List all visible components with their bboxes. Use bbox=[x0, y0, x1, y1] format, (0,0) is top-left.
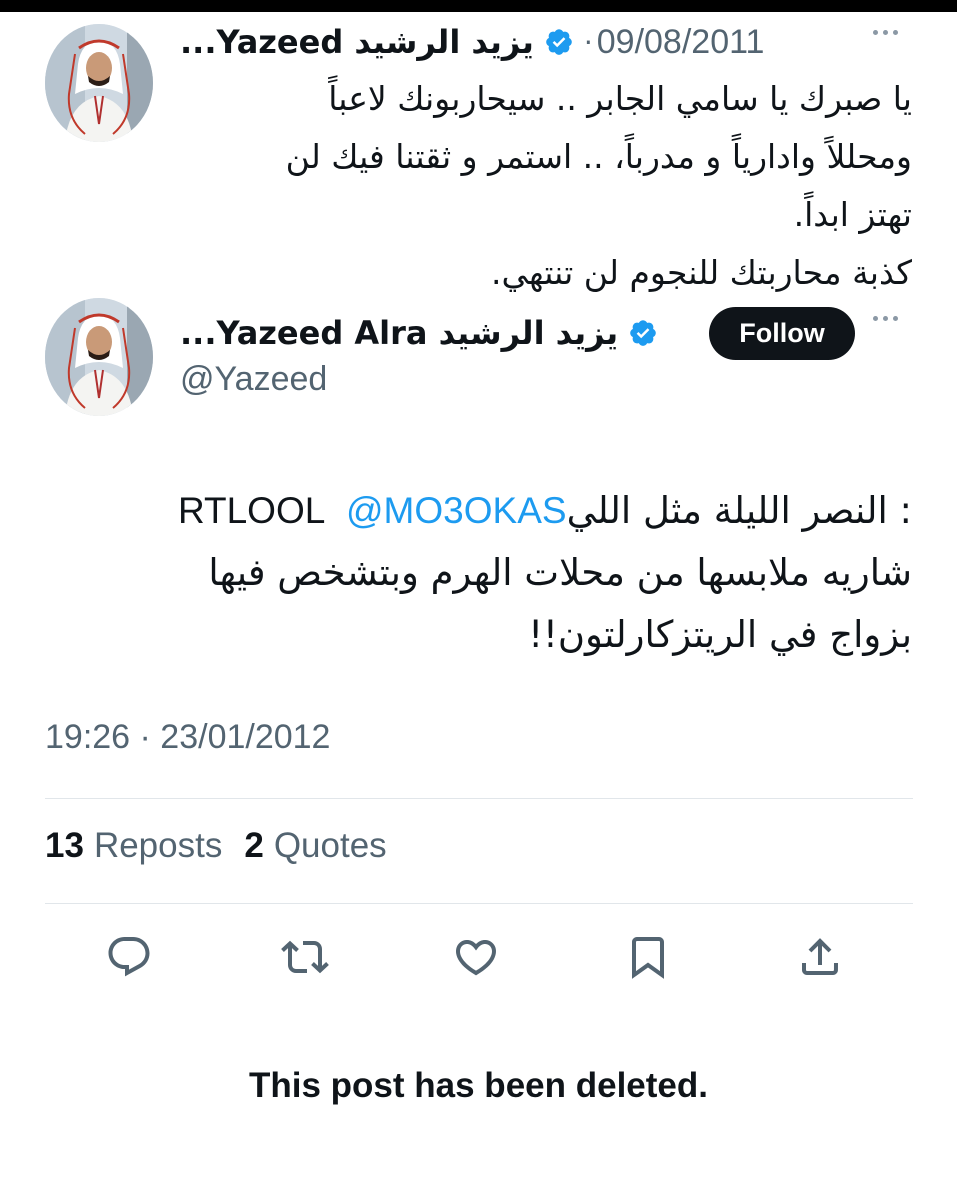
avatar-photo bbox=[45, 298, 153, 416]
reply-icon[interactable] bbox=[105, 933, 153, 981]
retweet-prefix: RT bbox=[177, 490, 227, 531]
tweet-text-arabic: : النصر الليلة مثل اللي bbox=[566, 489, 912, 532]
quoted-tweet-header: يزيد الرشيد Yazeed... · 09/08/2011 bbox=[180, 18, 764, 66]
tweet-line: بزواج في الريتزكارلتون!! bbox=[528, 613, 912, 656]
avatar[interactable] bbox=[45, 24, 153, 142]
top-black-bar bbox=[0, 0, 957, 12]
main-tweet-text: : النصر الليلة مثل اللي@MO3OKAS LOOL RT … bbox=[82, 480, 912, 666]
quotes-label[interactable]: Quotes bbox=[274, 826, 387, 866]
quoted-tweet-text: يا صبرك يا سامي الجابر .. سيحاربونك لاعب… bbox=[172, 70, 912, 302]
separator-dot: · bbox=[583, 25, 593, 59]
tweet-text-latin: LOOL bbox=[226, 490, 335, 531]
tweet-line: يا صبرك يا سامي الجابر .. سيحاربونك لاعب… bbox=[328, 79, 912, 118]
display-name[interactable]: يزيد الرشيد Yazeed Alra... bbox=[180, 314, 618, 352]
tweet-line: : النصر الليلة مثل اللي@MO3OKAS LOOL RT bbox=[82, 480, 912, 542]
tweet-line: كذبة محاربتك للنجوم لن تنتهي. bbox=[491, 253, 912, 292]
divider bbox=[45, 798, 913, 799]
bookmark-icon[interactable] bbox=[624, 933, 672, 981]
tweet-stats: 13 Reposts 2 Quotes bbox=[45, 826, 387, 866]
deleted-post-notice: This post has been deleted. bbox=[249, 1066, 708, 1105]
tweet-line: تهتز ابداً. bbox=[793, 195, 912, 234]
like-icon[interactable] bbox=[452, 933, 500, 981]
display-name[interactable]: يزيد الرشيد Yazeed... bbox=[180, 23, 534, 61]
main-tweet-header: يزيد الرشيد Yazeed Alra... bbox=[180, 306, 664, 360]
more-options-icon[interactable] bbox=[873, 316, 898, 321]
follow-button[interactable]: Follow bbox=[709, 307, 855, 360]
verified-badge-icon bbox=[630, 320, 656, 346]
mention-link[interactable]: @MO3OKAS bbox=[346, 490, 567, 531]
repost-icon[interactable] bbox=[281, 933, 329, 981]
avatar[interactable] bbox=[45, 298, 153, 416]
share-icon[interactable] bbox=[796, 933, 844, 981]
tweet-date[interactable]: 09/08/2011 bbox=[597, 23, 765, 62]
avatar-photo bbox=[45, 24, 153, 142]
tweet-timestamp[interactable]: 19:26 · 23/01/2012 bbox=[45, 718, 330, 757]
tweet-line: ومحللاً وادارياً و مدرباً، .. استمر و ثق… bbox=[285, 137, 912, 176]
reposts-label[interactable]: Reposts bbox=[94, 826, 222, 866]
user-handle[interactable]: @Yazeed bbox=[180, 360, 327, 399]
verified-badge-icon bbox=[546, 29, 572, 55]
more-options-icon[interactable] bbox=[873, 30, 898, 35]
tweet-line: شاريه ملابسها من محلات الهرم وبتشخص فيها bbox=[208, 551, 912, 594]
quotes-count[interactable]: 2 bbox=[244, 826, 263, 866]
divider bbox=[45, 903, 913, 904]
reposts-count[interactable]: 13 bbox=[45, 826, 84, 866]
tweet-actions-bar bbox=[0, 933, 957, 985]
